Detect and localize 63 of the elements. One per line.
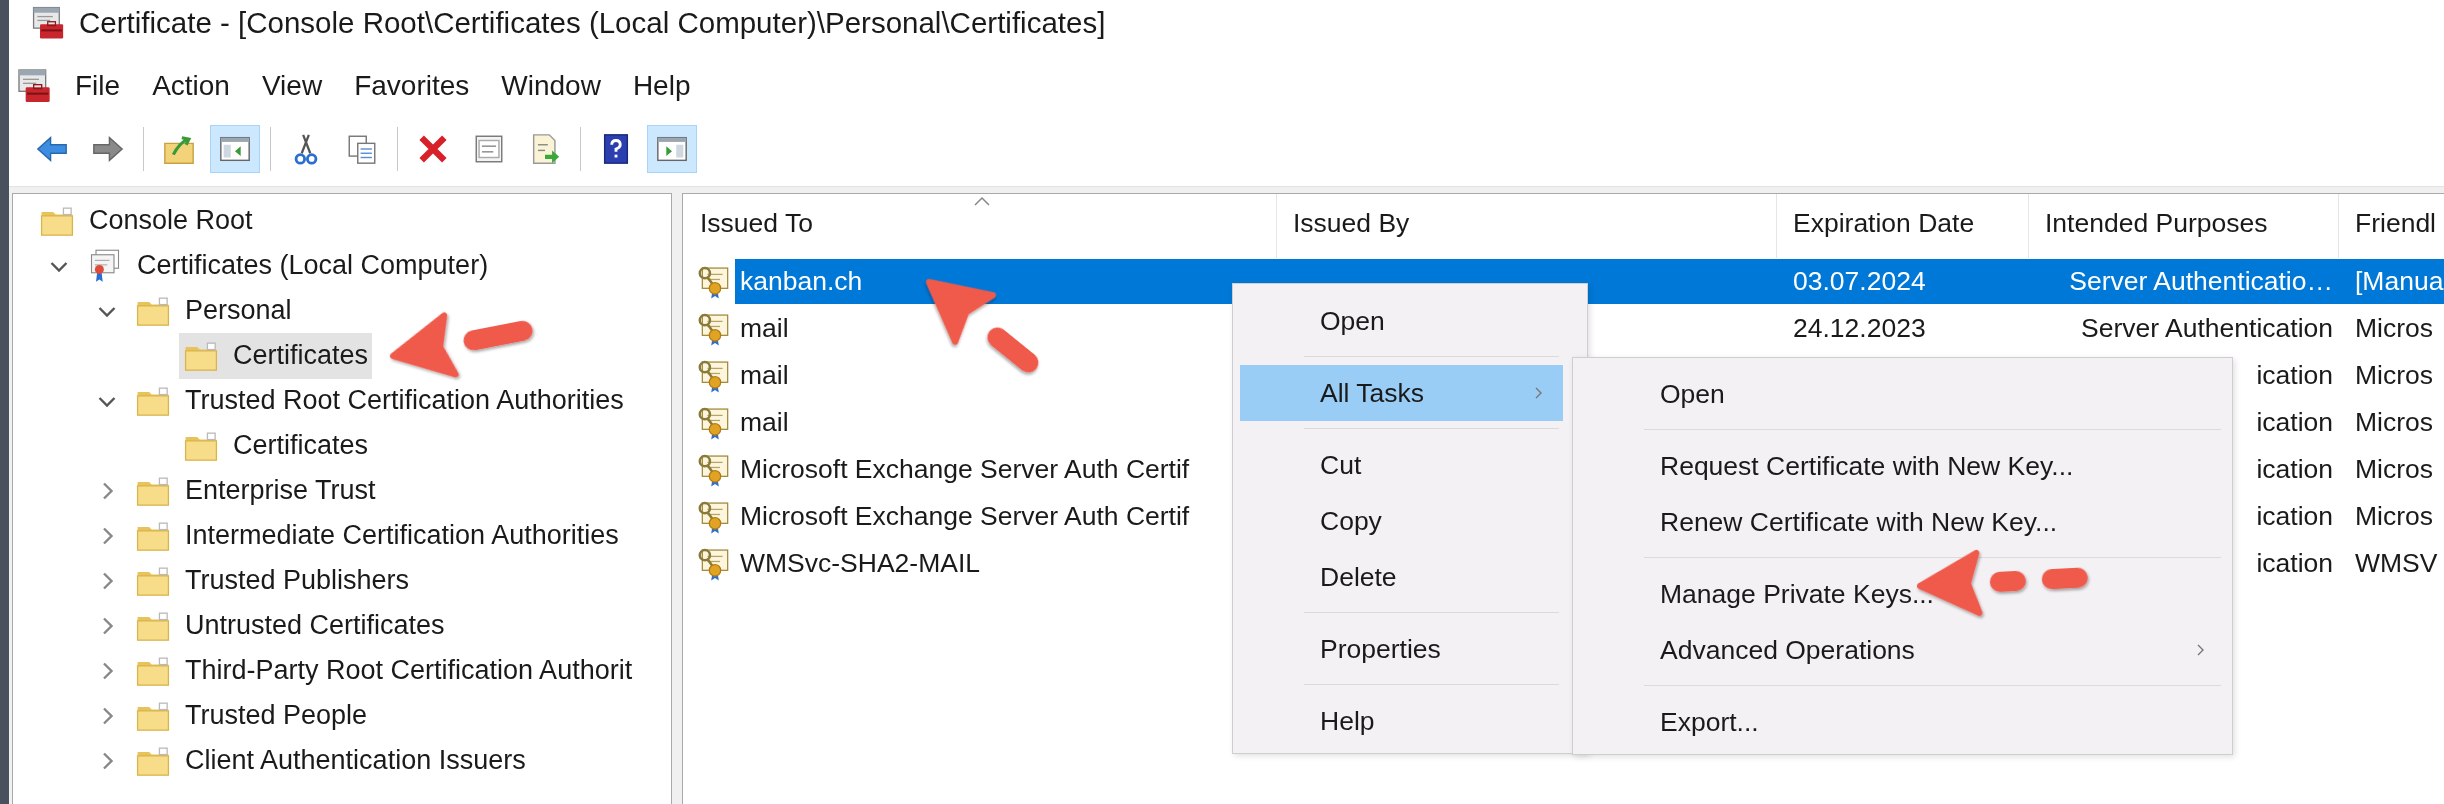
menu-item[interactable]: All Tasks [1240, 365, 1563, 421]
column-header[interactable]: Issued By [1277, 194, 1777, 258]
table-cell[interactable]: WMSvc-SHA2-MAIL [740, 548, 980, 579]
table-cell: ication [2256, 454, 2333, 485]
table-cell: [Manua [2355, 266, 2444, 297]
table-cell[interactable]: kanban.ch [740, 266, 863, 297]
menu-item[interactable]: Window [485, 66, 617, 106]
action-pane-button[interactable] [647, 125, 697, 173]
table-cell[interactable]: mail [740, 407, 789, 438]
table-cell: ication [2256, 360, 2333, 391]
table-cell: WMSV [2355, 548, 2438, 579]
menu-item[interactable]: Cut [1240, 437, 1563, 493]
table-cell[interactable]: Microsoft Exchange Server Auth Certif [740, 501, 1190, 532]
tree-item[interactable]: Trusted People [131, 692, 372, 739]
table-cell: Micros [2355, 360, 2434, 391]
table-cell: Micros [2355, 501, 2434, 532]
menu-item[interactable]: File [59, 66, 137, 106]
tree-item[interactable]: Client Authentication Issuers [131, 737, 530, 784]
tree-item[interactable]: Certificates [179, 422, 373, 469]
column-header[interactable]: Friendl [2339, 194, 2444, 258]
menu-item[interactable]: Properties [1240, 621, 1563, 677]
table-cell: Server Authentication [2081, 313, 2333, 344]
table-cell: 24.12.2023 [1793, 313, 1926, 344]
column-header[interactable]: Intended Purposes [2029, 194, 2339, 258]
menu-item[interactable]: Request Certificate with New Key... [1580, 438, 2225, 494]
menu-item[interactable]: Help [1240, 693, 1563, 749]
table-cell: ication [2256, 548, 2333, 579]
menu-item[interactable]: Copy [1240, 493, 1563, 549]
table-cell: 03.07.2024 [1793, 266, 1926, 297]
table-cell: Server Authenticatio… [2069, 266, 2333, 297]
table-cell: Micros [2355, 313, 2434, 344]
menu-item[interactable]: Delete [1240, 549, 1563, 605]
table-cell[interactable]: Microsoft Exchange Server Auth Certif [740, 454, 1190, 485]
tree-item[interactable]: Trusted Publishers [131, 557, 414, 604]
table-cell[interactable]: mail [740, 360, 789, 391]
table-cell: ication [2256, 501, 2333, 532]
column-header[interactable]: Issued To [683, 194, 1277, 258]
menu-item[interactable]: View [245, 66, 339, 106]
table-cell: Micros [2355, 454, 2434, 485]
menu-item[interactable]: Open [1580, 366, 2225, 422]
table-cell: Micros [2355, 407, 2434, 438]
menu-item[interactable]: Manage Private Keys... [1580, 566, 2225, 622]
tree-item[interactable]: Intermediate Certification Authorities [131, 512, 623, 559]
menu-item[interactable]: Advanced Operations [1580, 622, 2225, 678]
tree-item[interactable]: Certificates (Local Computer) [83, 242, 493, 289]
menu-item[interactable]: Renew Certificate with New Key... [1580, 494, 2225, 550]
window-title: Certificate - [Console Root\Certificates (Local Computer)\Personal\Certificates] [79, 6, 1106, 40]
tree-item[interactable]: Enterprise Trust [131, 467, 380, 514]
tree-item[interactable]: Certificates [179, 332, 373, 379]
console-tree-button[interactable] [210, 125, 260, 173]
menu-item[interactable]: Help [616, 66, 707, 106]
tree-item[interactable]: Personal [131, 287, 296, 334]
table-cell[interactable]: mail [740, 313, 789, 344]
tree-item[interactable]: Trusted Root Certification Authorities [131, 377, 628, 424]
menu-item[interactable]: Action [136, 66, 246, 106]
table-cell: ication [2256, 407, 2333, 438]
menu-item[interactable]: Open [1240, 293, 1563, 349]
tree-item[interactable]: Console Root [35, 197, 257, 244]
tree-item[interactable]: Untrusted Certificates [131, 602, 449, 649]
menu-item[interactable]: Favorites [338, 66, 486, 106]
menu-item[interactable]: Export... [1580, 694, 2225, 750]
column-header[interactable]: Expiration Date [1777, 194, 2029, 258]
tree-item[interactable]: Third-Party Root Certification Authorit [131, 647, 637, 694]
